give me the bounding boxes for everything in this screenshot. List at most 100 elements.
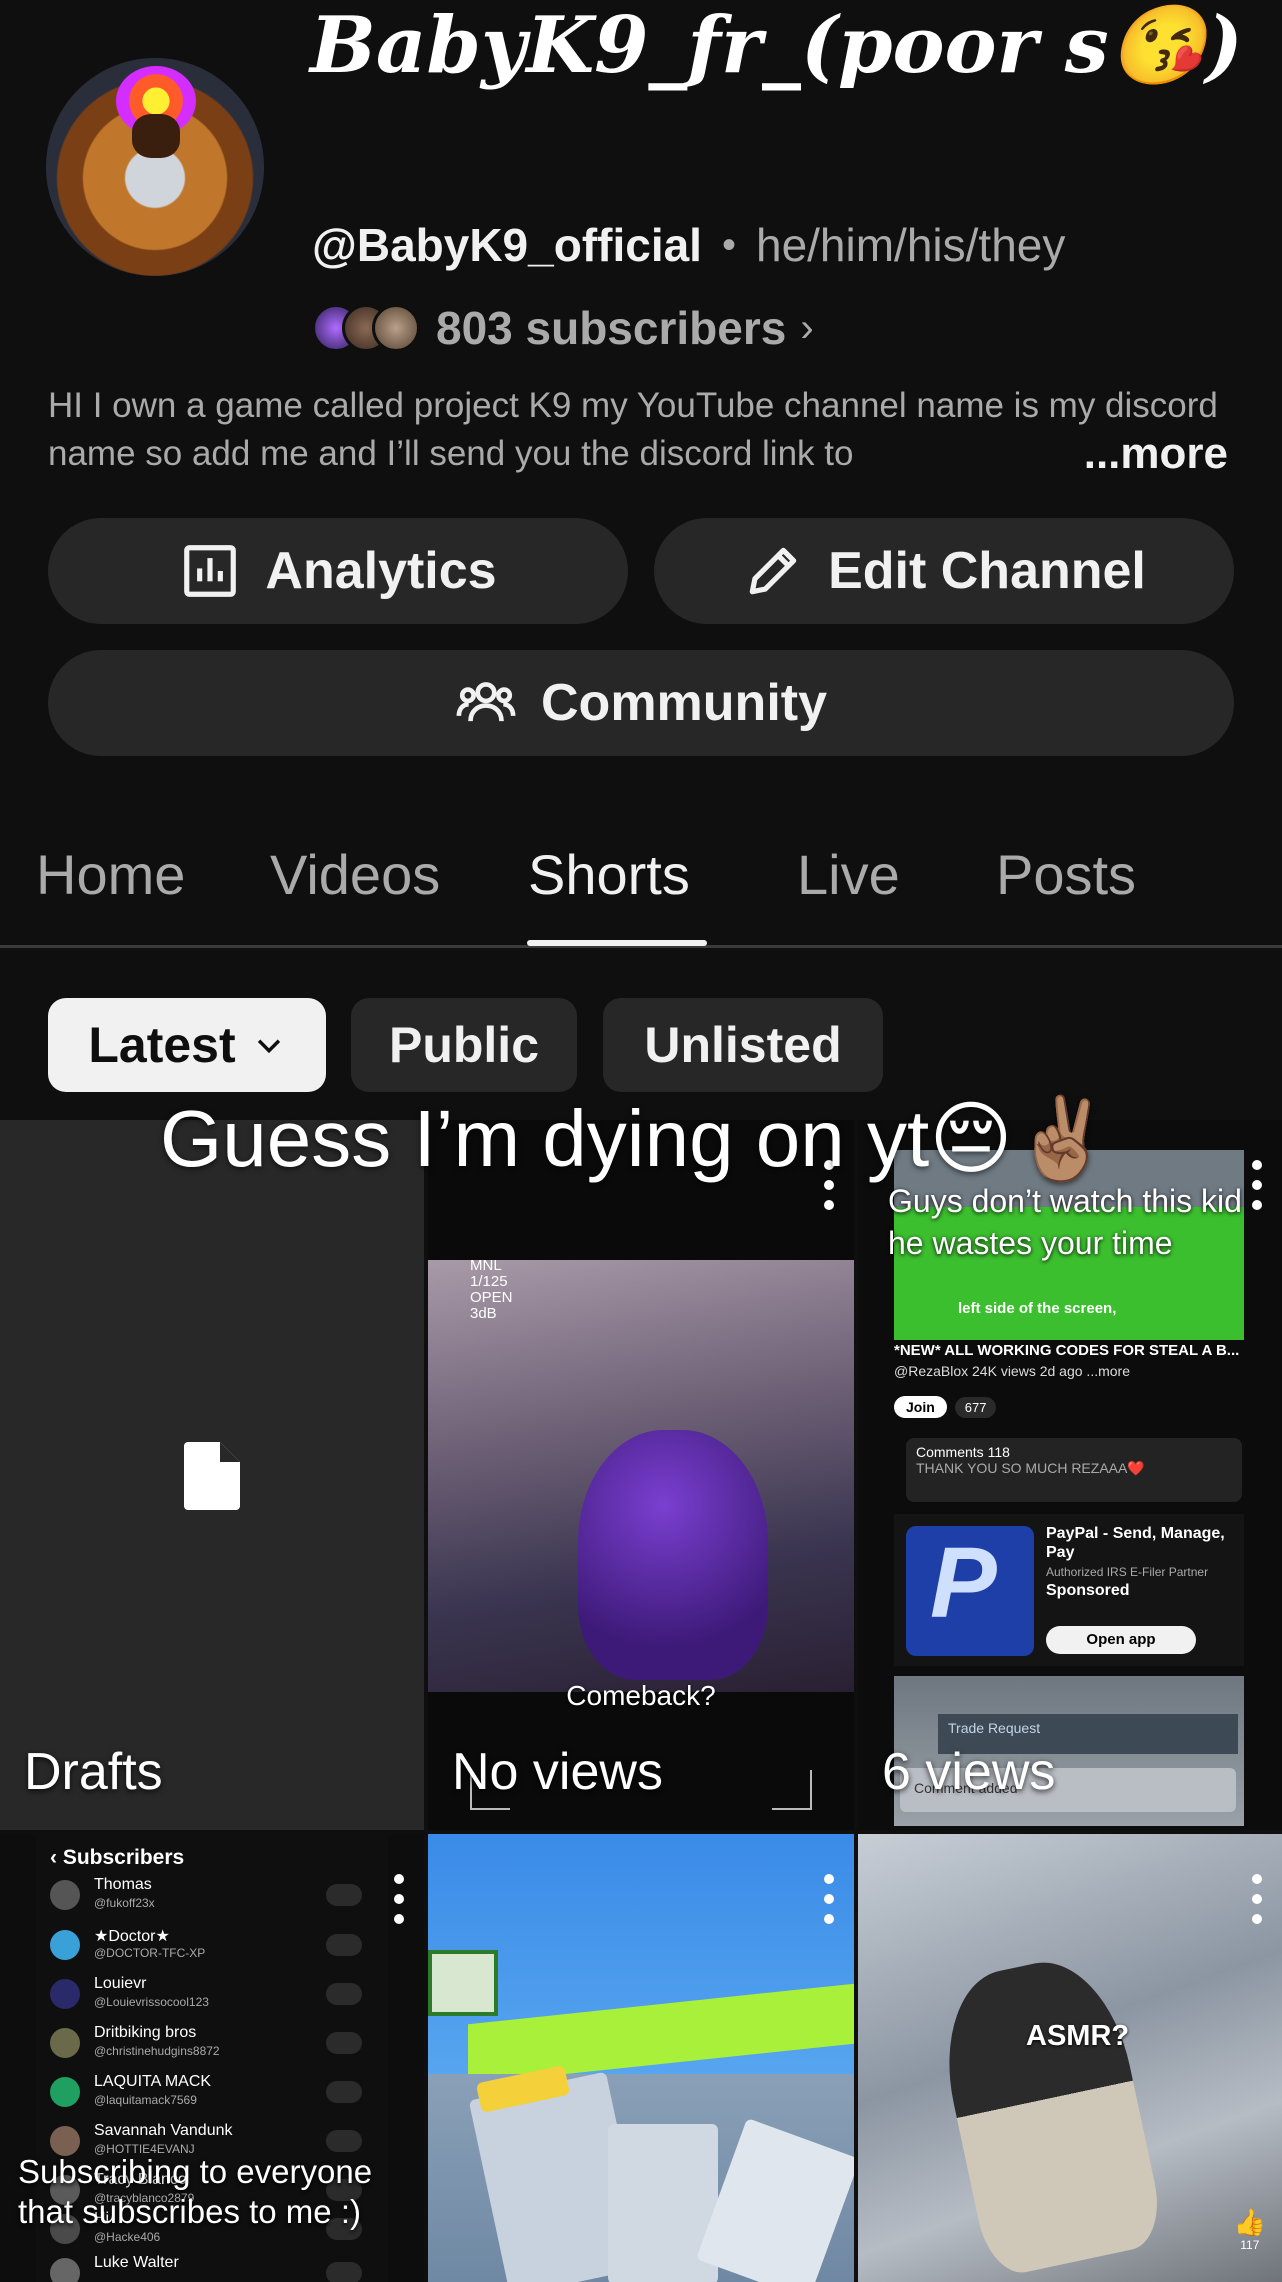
subscriber-avatars [312, 298, 422, 358]
subscriber-name: Savannah Vandunk [94, 2122, 233, 2139]
subscriber-name: Luke Walter [94, 2254, 179, 2271]
tab-posts[interactable]: Posts [996, 842, 1136, 907]
tab-live[interactable]: Live [797, 842, 900, 907]
description-text: HI I own a game called project K9 my You… [48, 386, 1218, 473]
paypal-logo: P [906, 1526, 1034, 1656]
video-info: *NEW* ALL WORKING CODES FOR STEAL A B...… [894, 1340, 1244, 1381]
separator-dot: • [721, 222, 736, 267]
channel-title: BabyK9_fr_(poor s😘) [310, 0, 1243, 91]
comment-text: THANK YOU SO MUCH REZAAA❤️ [916, 1460, 1145, 1476]
mnl-readout: MNL 1/125 OPEN 3dB [470, 1258, 513, 1322]
more-link[interactable]: ...more [1071, 430, 1228, 478]
drafts-tile[interactable]: Drafts [0, 1120, 424, 1830]
bell-icon [326, 2032, 362, 2054]
bell-icon [326, 1983, 362, 2005]
video-meta: @RezaBlox 24K views 2d ago ...more [894, 1363, 1130, 1379]
subscriber-name: Dritbiking bros [94, 2024, 197, 2041]
short-thumbnail[interactable]: MNL 1/125 OPEN 3dB Comeback? No views [428, 1120, 854, 1830]
ad-card: P PayPal - Send, Manage, Pay Authorized … [894, 1514, 1244, 1666]
drafts-label: Drafts [24, 1743, 163, 1801]
bell-icon [326, 2130, 362, 2152]
avatar [50, 1880, 80, 1910]
subscriber-handle: @Louievrissocool123 [94, 1995, 209, 2009]
handle-row: @BabyK9_official • he/him/his/they [312, 218, 1065, 272]
video-title: *NEW* ALL WORKING CODES FOR STEAL A B... [894, 1342, 1240, 1359]
gorilla-figure [578, 1430, 768, 1680]
subscriber-handle: @laquitamack7569 [94, 2093, 197, 2107]
thumbs-up-icon: 👍 [1233, 2207, 1266, 2237]
chevron-down-icon [257, 1039, 280, 1054]
pencil-icon [749, 547, 797, 595]
sort-latest-chip[interactable]: Latest [48, 998, 326, 1092]
more-options-icon[interactable] [392, 1874, 406, 1924]
chevron-right-icon: › [800, 305, 814, 350]
ad-text: PayPal - Send, Manage, Pay Authorized IR… [1046, 1524, 1236, 1600]
bell-icon [326, 1934, 362, 1956]
short-thumbnail[interactable]: ‹ Subscribers Thomas @fukoff23x ★Doctor★ @… [0, 1834, 424, 2282]
ad-title: PayPal - Send, Manage, Pay [1046, 1525, 1225, 1561]
filter-public-chip[interactable]: Public [351, 998, 577, 1092]
short-thumbnail[interactable]: ASMR? 👍 117 [858, 1834, 1282, 2282]
more-options-icon[interactable] [822, 1874, 836, 1924]
subscriber-handle: @fukoff23x [94, 1896, 155, 1910]
like-count: 👍 117 [1234, 2207, 1266, 2252]
overlay-caption: Guess I’m dying on yt😔✌🏽 [160, 1094, 1113, 1183]
panel-title-text: Subscribers [62, 1846, 185, 1869]
view-count: 6 views [882, 1743, 1056, 1801]
tab-videos[interactable]: Videos [270, 842, 440, 907]
thumbnail-text: Comeback? [566, 1680, 716, 1711]
subscribers-link[interactable]: 803 subscribers › [312, 298, 814, 358]
tab-home[interactable]: Home [36, 842, 185, 907]
list-item: Luke Walter [50, 2252, 380, 2282]
video-actions: Join 677 [894, 1396, 997, 1418]
edit-channel-button[interactable]: Edit Channel [654, 518, 1234, 624]
channel-tabs: Home Videos Shorts Live Posts [0, 832, 1282, 948]
subscriber-name: Thomas [94, 1876, 152, 1893]
short-thumbnail[interactable] [428, 1834, 854, 2282]
analytics-icon [184, 545, 237, 597]
tab-shorts[interactable]: Shorts [528, 842, 690, 907]
like-count: 677 [954, 1396, 997, 1418]
video-caption: left side of the screen, [958, 1300, 1117, 1317]
analytics-label: Analytics [265, 542, 497, 600]
list-item: LAQUITA MACK @laquitamack7569 [50, 2071, 380, 2119]
frame-corner [772, 1770, 812, 1810]
avatar [50, 1979, 80, 2009]
bell-icon [326, 2262, 362, 2282]
thumbnail-text: Guys don’t watch this kid he wastes your… [888, 1183, 1242, 1261]
view-count: No views [452, 1743, 663, 1801]
subscriber-count: 803 subscribers [436, 302, 787, 354]
more-options-icon[interactable] [1250, 1874, 1264, 1924]
thumbnail-text: Subscribing to everyone that subscribes … [18, 2153, 373, 2230]
edit-channel-label: Edit Channel [828, 542, 1146, 600]
subscriber-name: LAQUITA MACK [94, 2073, 212, 2090]
pronouns: he/him/his/they [755, 219, 1066, 271]
community-button[interactable]: Community [48, 650, 1234, 756]
ad-sponsored: Sponsored [1046, 1582, 1130, 1599]
list-item: Dritbiking bros @christinehudgins8872 [50, 2022, 380, 2070]
short-thumbnail[interactable]: Guys don’t watch this kid he wastes your… [858, 1120, 1282, 1830]
analytics-button[interactable]: Analytics [48, 518, 628, 624]
bell-icon [326, 2081, 362, 2103]
comments-header: Comments 118 [916, 1444, 1010, 1460]
avatar [50, 1930, 80, 1960]
avatar [50, 2028, 80, 2058]
thumbnail-ground [468, 1983, 854, 2085]
subscriber-handle: @DOCTOR-TFC-XP [94, 1946, 206, 1960]
thumbnail-scene: MNL 1/125 OPEN 3dB Comeback? [428, 1258, 854, 1711]
bell-icon [326, 1884, 362, 1906]
channel-avatar[interactable] [46, 58, 264, 276]
channel-description[interactable]: HI I own a game called project K9 my You… [48, 382, 1228, 478]
subscriber-handle: @christinehudgins8872 [94, 2044, 220, 2058]
comments-panel: Comments 118 THANK YOU SO MUCH REZAAA❤️ [906, 1438, 1242, 1502]
thumbnail-person [928, 1948, 1168, 2280]
open-app-button: Open app [1046, 1626, 1196, 1654]
avatar-face [132, 114, 180, 158]
subscriber-name: Louievr [94, 1975, 147, 1992]
thumbnail-text: ASMR? [1026, 2020, 1130, 2052]
latest-label: Latest [88, 1017, 236, 1073]
list-item: Louievr @Louievrissocool123 [50, 1973, 380, 2021]
community-label: Community [541, 674, 827, 732]
panel-title: ‹ Subscribers [50, 1846, 185, 1869]
filter-unlisted-chip[interactable]: Unlisted [603, 998, 883, 1092]
